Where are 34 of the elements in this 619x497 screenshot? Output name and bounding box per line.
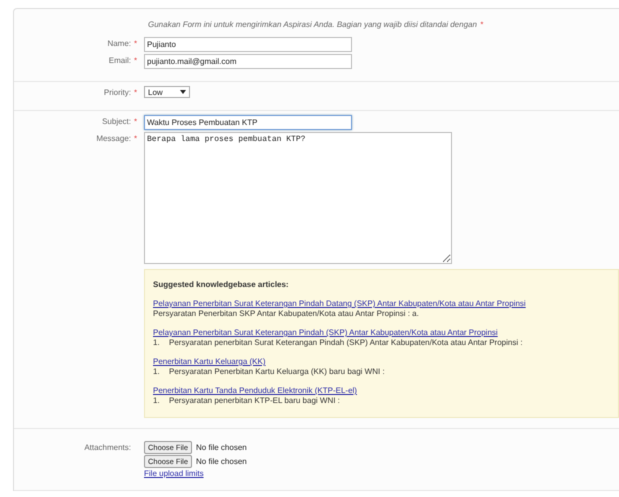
- field-label: Subject:: [102, 117, 131, 126]
- required-mark: *: [134, 55, 138, 65]
- article-summary: Persyaratan penerbitan Surat Keterangan Pindah (SKP) Antar Kabupaten/Kota atau Antar Propinsi :: [169, 338, 523, 347]
- required-mark: *: [480, 20, 484, 29]
- article-link[interactable]: Pelayanan Penerbitan Surat Keterangan Pindah (SKP) Antar Kabupaten/Kota atau Antar Propinsi: [153, 328, 498, 337]
- suggestions-title: Suggested knowledgebase articles:: [153, 280, 290, 289]
- field-label: Message:: [96, 134, 131, 143]
- article-link[interactable]: Pelayanan Penerbitan Surat Keterangan Pindah Datang (SKP) Antar Kabupaten/Kota atau Antar Propinsi: [153, 299, 526, 308]
- list-number: 1.: [153, 338, 161, 347]
- required-mark: *: [134, 87, 138, 97]
- input-field[interactable]: Pujianto: [144, 37, 352, 52]
- article-summary: Persyaratan penerbitan KTP-EL baru bagi WNI :: [169, 396, 340, 405]
- list-number: 1.: [153, 396, 161, 405]
- required-mark: *: [134, 116, 138, 126]
- article-link[interactable]: Penerbitan Kartu Keluarga (KK): [153, 357, 266, 366]
- field-label: Email:: [108, 56, 131, 65]
- field-label: Attachments:: [84, 443, 131, 452]
- file-status: No file chosen: [196, 457, 247, 466]
- upload-limits-link[interactable]: File upload limits: [144, 469, 247, 478]
- caret-icon: [180, 90, 186, 94]
- required-mark: *: [134, 38, 138, 48]
- list-number: 1.: [153, 367, 161, 376]
- field-label: Priority:: [104, 88, 131, 97]
- file-status: No file chosen: [196, 443, 247, 452]
- article-summary: Persyaratan Penerbitan Kartu Keluarga (KK) baru bagi WNI :: [169, 367, 385, 376]
- intro-text: Gunakan Form ini untuk mengirimkan Aspirasi Anda. Bagian yang wajib diisi ditandai dengan: [148, 20, 477, 29]
- field-label: Name:: [107, 39, 131, 48]
- article-summary: Persyaratan Penerbitan SKP Antar Kabupaten/Kota atau Antar Propinsi : a.: [153, 309, 419, 318]
- required-mark: *: [134, 133, 138, 143]
- article-link[interactable]: Penerbitan Kartu Tanda Penduduk Elektronik (KTP-EL-el): [153, 386, 357, 395]
- priority-dropdown[interactable]: Low: [144, 86, 190, 98]
- message-field[interactable]: Berapa lama proses pembuatan KTP?: [144, 132, 452, 264]
- input-field[interactable]: Waktu Proses Pembuatan KTP: [144, 115, 352, 130]
- input-field[interactable]: pujianto.mail@gmail.com: [144, 54, 352, 69]
